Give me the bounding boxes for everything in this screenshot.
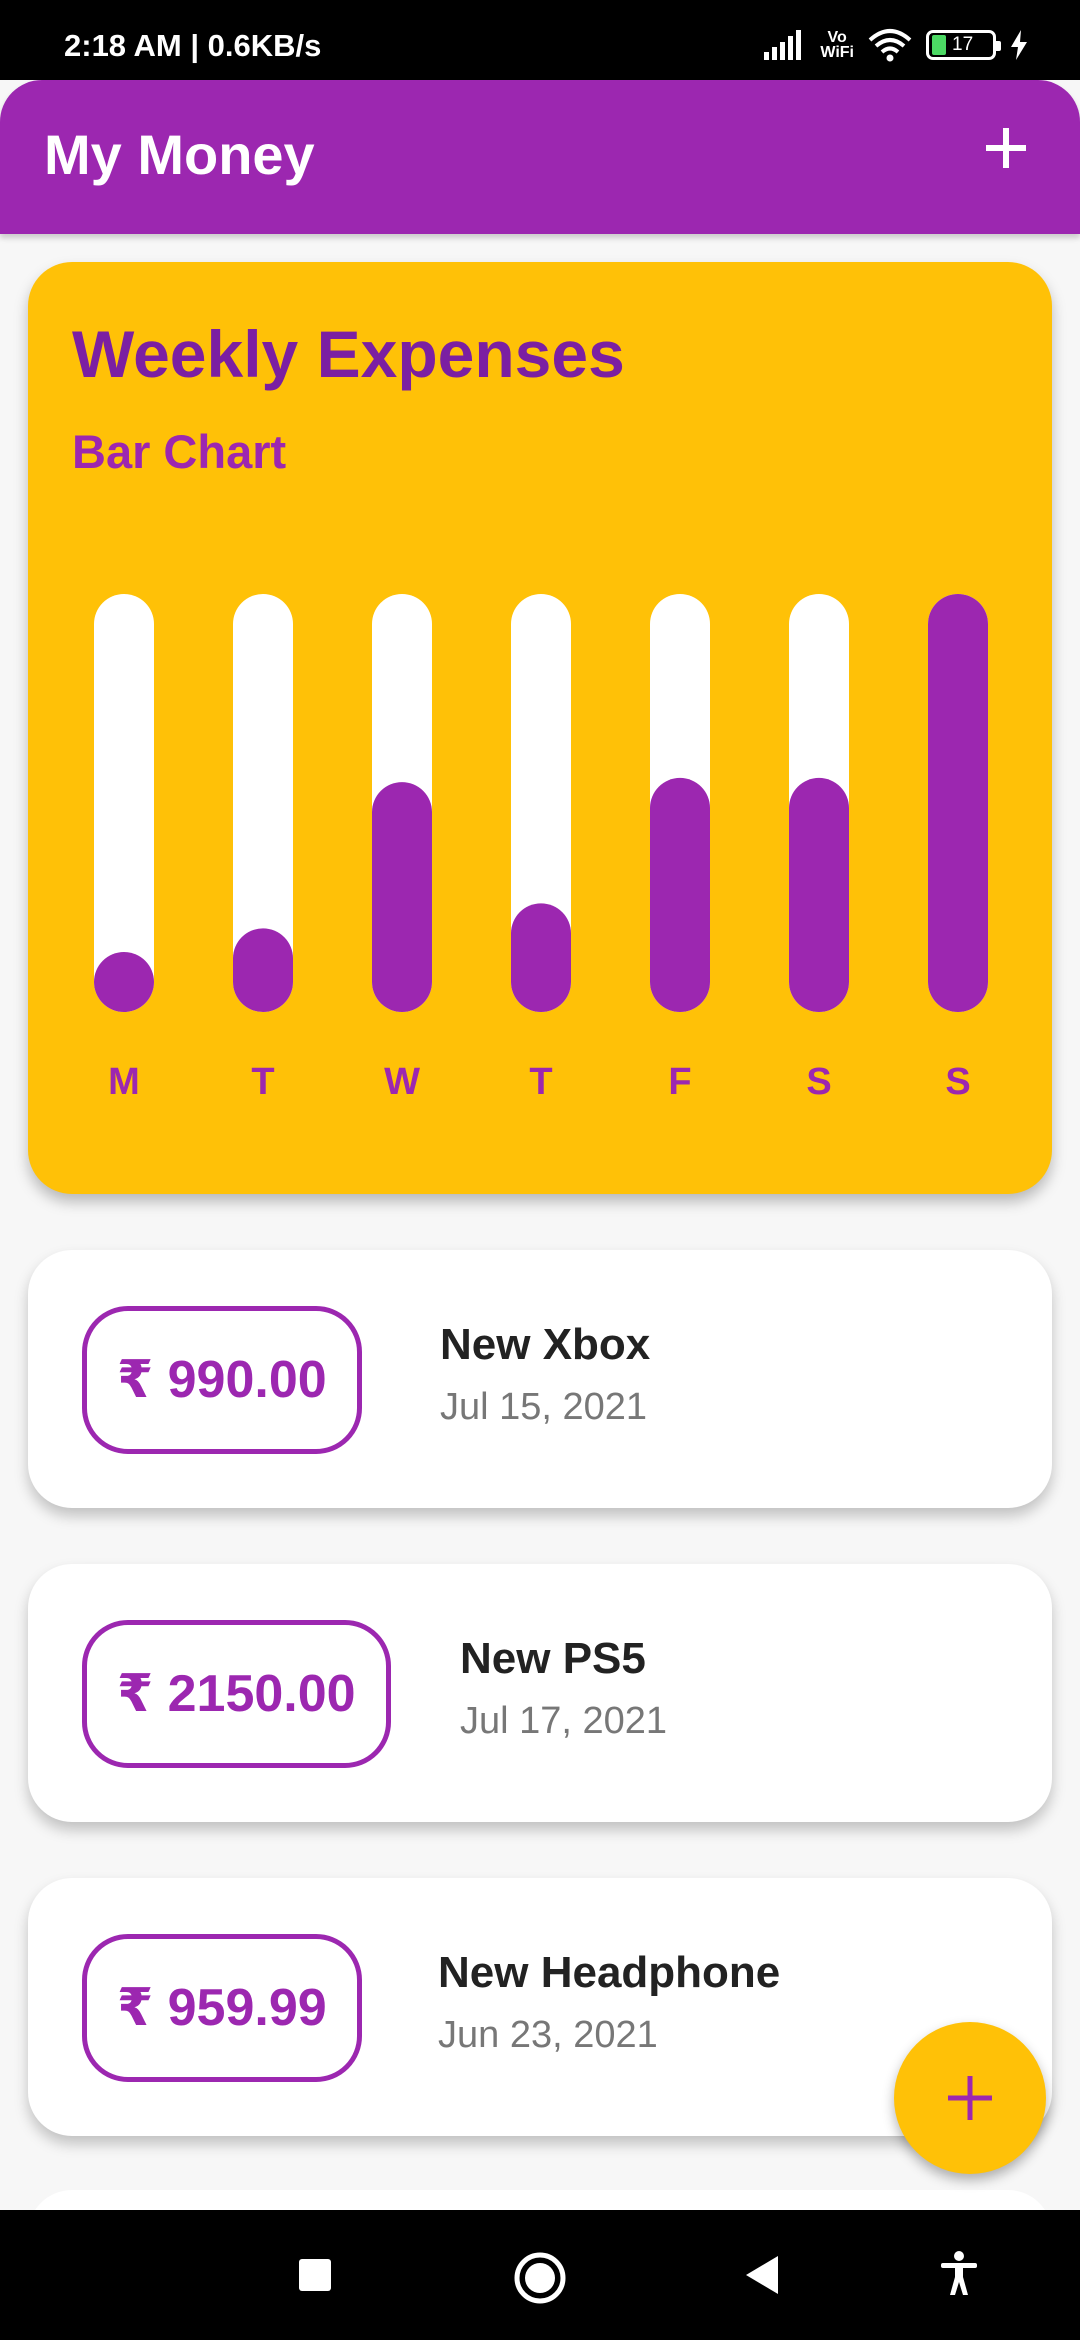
battery-icon: 17 — [926, 30, 1001, 60]
expense-date: Jul 15, 2021 — [440, 1386, 648, 1428]
bar-label-0: M — [108, 1061, 140, 1103]
bar-track-0 — [94, 594, 154, 1012]
add-expense-button[interactable] — [972, 114, 1040, 182]
triangle-back-icon — [746, 2256, 778, 2294]
status-time: 2:18 AM | 0.6KB/s — [64, 28, 322, 63]
bar-fill-3 — [511, 903, 571, 1012]
expense-card[interactable]: ₹ 2150.00 New PS5 Jul 17, 2021 — [28, 1564, 1052, 1822]
bar-fill-6 — [928, 594, 988, 1012]
status-bar: 2:18 AM | 0.6KB/s Vo WiFi 17 — [0, 0, 1080, 80]
app-title: My Money — [44, 123, 315, 186]
bar-label-5: S — [806, 1061, 831, 1103]
app-bar: My Money — [0, 80, 1080, 234]
battery-fill — [932, 35, 946, 55]
accessibility-button[interactable] — [938, 2250, 980, 2301]
add-expense-fab[interactable] — [894, 2022, 1046, 2174]
bar-label-4: F — [668, 1061, 691, 1103]
vowifi-top-text: Vo — [827, 29, 847, 46]
amount-badge: ₹ 2150.00 — [82, 1620, 391, 1768]
battery-level: 17 — [952, 34, 974, 55]
bar-label-6: S — [945, 1061, 970, 1103]
weekly-chart-card: Weekly Expenses Bar Chart MTWTFSS — [28, 262, 1052, 1194]
plus-icon — [948, 2076, 992, 2120]
plus-icon — [986, 128, 1026, 168]
bar-fill-1 — [233, 928, 293, 1012]
expense-title: New Xbox — [440, 1320, 651, 1369]
expense-title: New PS5 — [460, 1634, 646, 1683]
charging-icon — [1010, 30, 1028, 60]
expense-date: Jun 23, 2021 — [438, 2014, 658, 2056]
bar-fill-2 — [372, 782, 432, 1012]
amount-badge: ₹ 959.99 — [82, 1934, 362, 2082]
circle-icon — [514, 2252, 566, 2304]
square-icon — [299, 2259, 331, 2291]
back-button[interactable] — [742, 2254, 782, 2301]
expense-card[interactable]: ₹ 990.00 New Xbox Jul 15, 2021 — [28, 1250, 1052, 1508]
bar-fill-5 — [789, 777, 849, 1012]
bar-chart: MTWTFSS — [94, 594, 988, 1103]
wifi-icon — [868, 28, 912, 62]
expense-date: Jul 17, 2021 — [460, 1700, 668, 1742]
bar-label-1: T — [251, 1061, 274, 1103]
expense-title: New Headphone — [438, 1948, 781, 1997]
bar-fill-4 — [650, 777, 710, 1012]
signal-icon — [764, 30, 806, 60]
recents-button[interactable] — [298, 2258, 332, 2297]
system-nav-bar — [0, 2210, 1080, 2340]
status-icons: Vo WiFi 17 — [764, 28, 1028, 62]
vowifi-icon: Vo WiFi — [820, 29, 854, 61]
vowifi-bottom-text: WiFi — [820, 44, 854, 61]
bar-label-3: T — [529, 1061, 552, 1103]
bar-label-2: W — [384, 1061, 420, 1103]
amount-badge: ₹ 990.00 — [82, 1306, 362, 1454]
home-button[interactable] — [512, 2250, 568, 2311]
bar-fill-0 — [94, 952, 154, 1012]
accessibility-icon — [941, 2251, 977, 2295]
